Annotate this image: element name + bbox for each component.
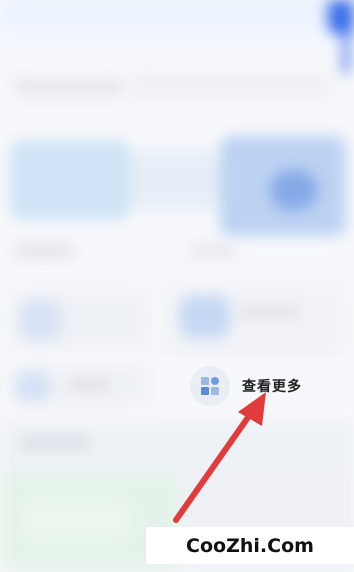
banner-card-middle-blurred — [130, 150, 220, 210]
header-search-blurred — [130, 74, 330, 98]
top-accent-blurred — [328, 0, 354, 34]
top-bar-blurred — [0, 0, 354, 48]
service-tile-3-text-blurred — [70, 378, 110, 390]
section-subtitle-blurred — [190, 244, 236, 258]
lower-section-inner-card-blurred — [20, 500, 130, 540]
service-tile-1-icon-blurred — [20, 300, 60, 340]
watermark: CooZhi.Com — [146, 527, 354, 564]
view-more-label: 查看更多 — [242, 378, 302, 394]
side-accent-blurred — [342, 34, 350, 74]
section-title-blurred — [14, 244, 74, 258]
blurred-background-page — [0, 0, 354, 572]
service-tile-2-text-blurred — [240, 305, 300, 319]
screenshot-stage: 查看更多 CooZhi.Com — [0, 0, 354, 572]
banner-card-left-blurred — [10, 140, 130, 220]
banner-card-right-accent-blurred — [270, 170, 318, 210]
lower-section-title-blurred — [20, 436, 90, 450]
view-more-button[interactable]: 查看更多 — [190, 366, 340, 406]
service-tile-2-icon-blurred — [180, 296, 230, 338]
header-text-blurred — [14, 78, 124, 96]
service-tile-3-icon-blurred — [16, 372, 50, 402]
grid-apps-icon — [190, 366, 230, 406]
